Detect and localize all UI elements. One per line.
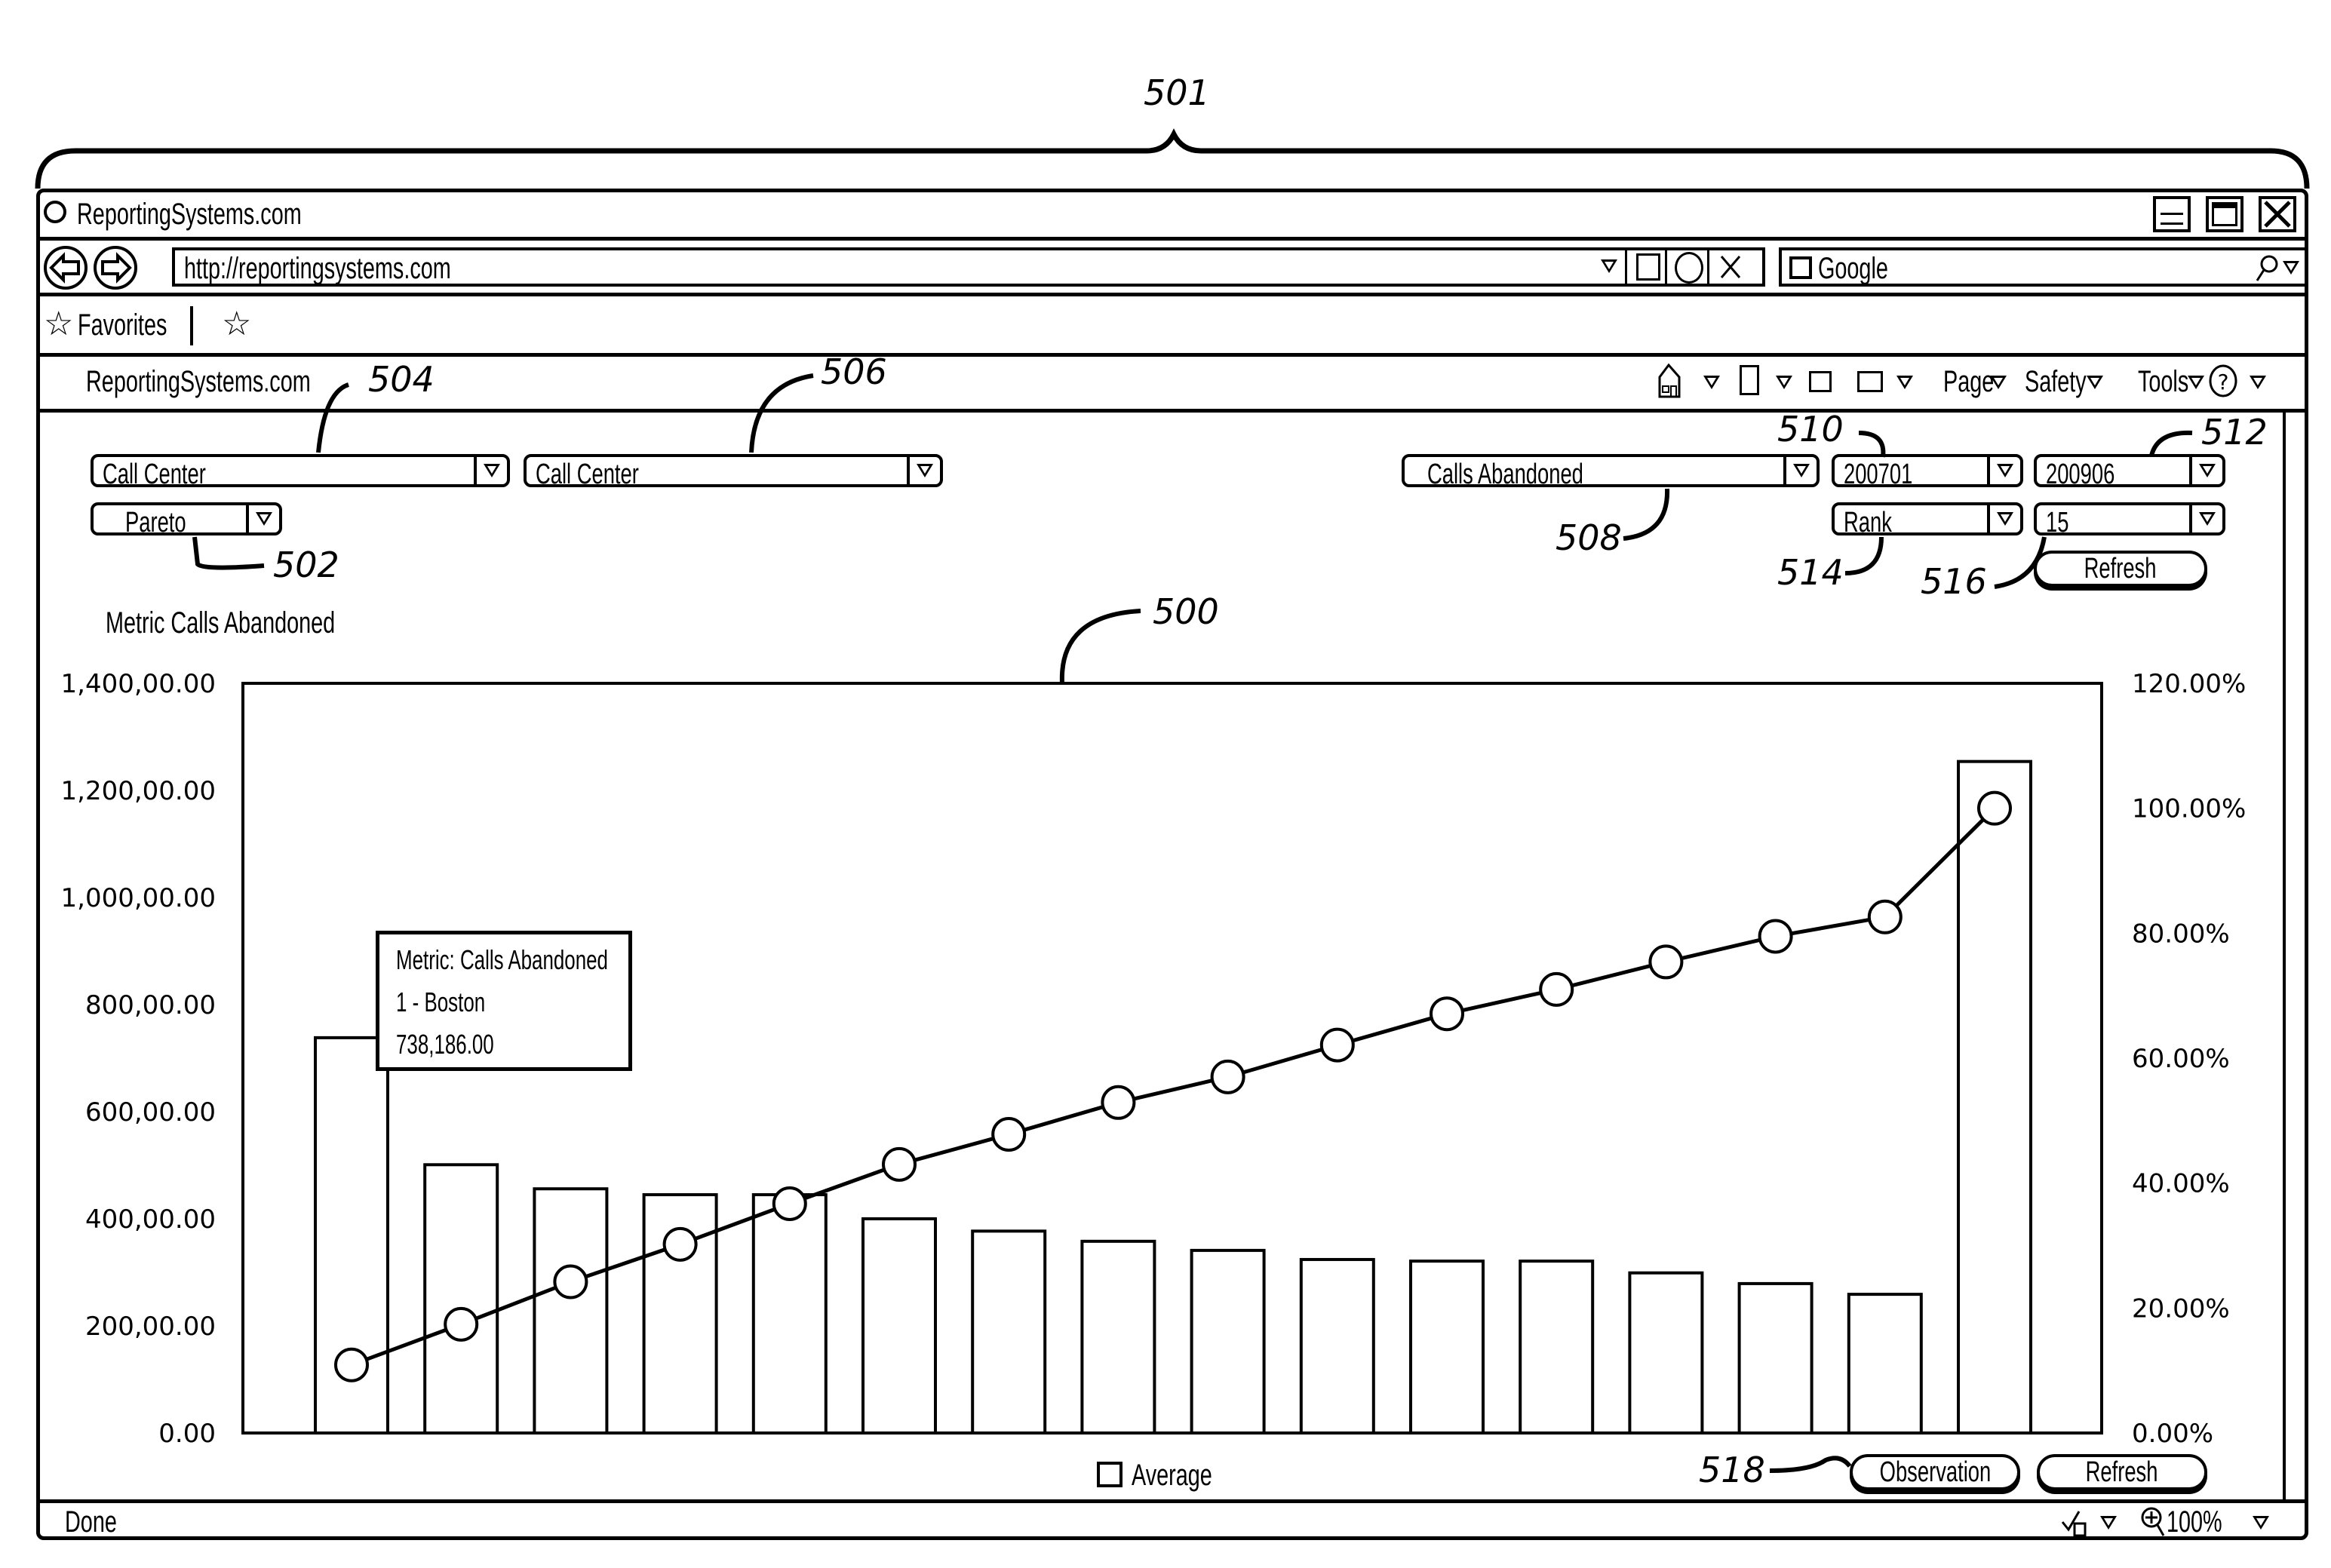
cumulative-point-5[interactable] [772,1186,807,1222]
cumulative-point-8[interactable] [1101,1085,1136,1120]
cumulative-point-15[interactable] [1867,899,1903,934]
chevron-down-icon [2253,1516,2269,1530]
y-tick-label-left: 800,00.00 [85,990,216,1020]
bar-16[interactable] [1957,759,2032,1435]
chevron-down-icon [2100,1516,2117,1530]
bar-14[interactable] [1737,1281,1814,1435]
cumulative-point-4[interactable] [662,1226,698,1262]
cumulative-point-9[interactable] [1210,1059,1245,1094]
bar-15[interactable] [1847,1293,1923,1435]
bar-5[interactable] [751,1193,828,1435]
protected-mode-icon[interactable] [2059,1507,2090,1537]
y-tick-label-left: 1,200,00.00 [61,776,216,806]
y-tick-label-left: 400,00.00 [85,1204,216,1235]
y-tick-label-right: 60.00% [2132,1044,2230,1074]
bar-2[interactable] [423,1163,499,1435]
average-checkbox[interactable] [1097,1462,1123,1487]
y-tick-label-left: 200,00.00 [85,1312,216,1342]
zoom-icon[interactable] [2139,1505,2167,1539]
cumulative-point-14[interactable] [1758,919,1793,954]
y-tick-label-left: 0.00 [158,1419,216,1449]
cumulative-point-16[interactable] [1977,790,2012,826]
pareto-chart: 0.00 200,00.00 400,00.00 600,00.00 800,00.00… [61,669,2247,1449]
y-tick-label-left: 600,00.00 [85,1097,216,1128]
cumulative-point-12[interactable] [1539,971,1574,1007]
observation-button-label: Observation [1879,1456,1991,1488]
cumulative-point-11[interactable] [1430,996,1464,1032]
y-tick-label-right: 100.00% [2132,794,2246,824]
y-tick-label-right: 80.00% [2132,919,2230,949]
zoom-level[interactable]: 100% [2167,1507,2243,1537]
y-tick-label-right: 0.00% [2132,1419,2213,1449]
bar-9[interactable] [1190,1248,1266,1435]
bar-3[interactable] [533,1187,609,1435]
y-tick-label-right: 20.00% [2132,1293,2230,1324]
bar-7[interactable] [971,1229,1047,1435]
bar-13[interactable] [1628,1271,1704,1435]
tooltip-value: 738,186.00 [396,1029,494,1060]
cumulative-point-13[interactable] [1648,944,1684,980]
y-tick-label-right: 40.00% [2132,1169,2230,1199]
cumulative-point-1[interactable] [334,1347,369,1382]
observation-button[interactable]: Observation [1850,1454,2020,1490]
status-text: Done [65,1505,117,1539]
refresh-button-bottom-label: Refresh [2086,1456,2158,1488]
cumulative-point-10[interactable] [1319,1027,1355,1063]
bar-12[interactable] [1519,1260,1595,1435]
cumulative-point-7[interactable] [991,1117,1027,1152]
status-bar: Done 100% [36,1502,2308,1540]
refresh-button-bottom[interactable]: Refresh [2037,1454,2207,1490]
zoom-dropdown[interactable] [2253,1516,2269,1533]
chart-tooltip: Metric: Calls Abandoned 1 - Boston 738,1… [376,931,632,1071]
y-tick-label-right: 120.00% [2132,669,2246,699]
y-tick-label-left: 1,000,00.00 [61,883,216,913]
bar-10[interactable] [1299,1257,1375,1435]
protected-mode-dropdown[interactable] [2100,1516,2117,1533]
average-label: Average [1132,1459,1212,1492]
cumulative-point-6[interactable] [882,1146,917,1182]
bar-8[interactable] [1080,1239,1156,1435]
tooltip-metric: Metric: Calls Abandoned [396,944,608,975]
cumulative-point-2[interactable] [444,1306,479,1342]
bar-6[interactable] [861,1217,937,1435]
bar-11[interactable] [1409,1260,1485,1435]
y-tick-label-left: 1,400,00.00 [61,669,216,699]
tooltip-category: 1 - Boston [396,987,486,1017]
cumulative-point-3[interactable] [553,1264,588,1300]
